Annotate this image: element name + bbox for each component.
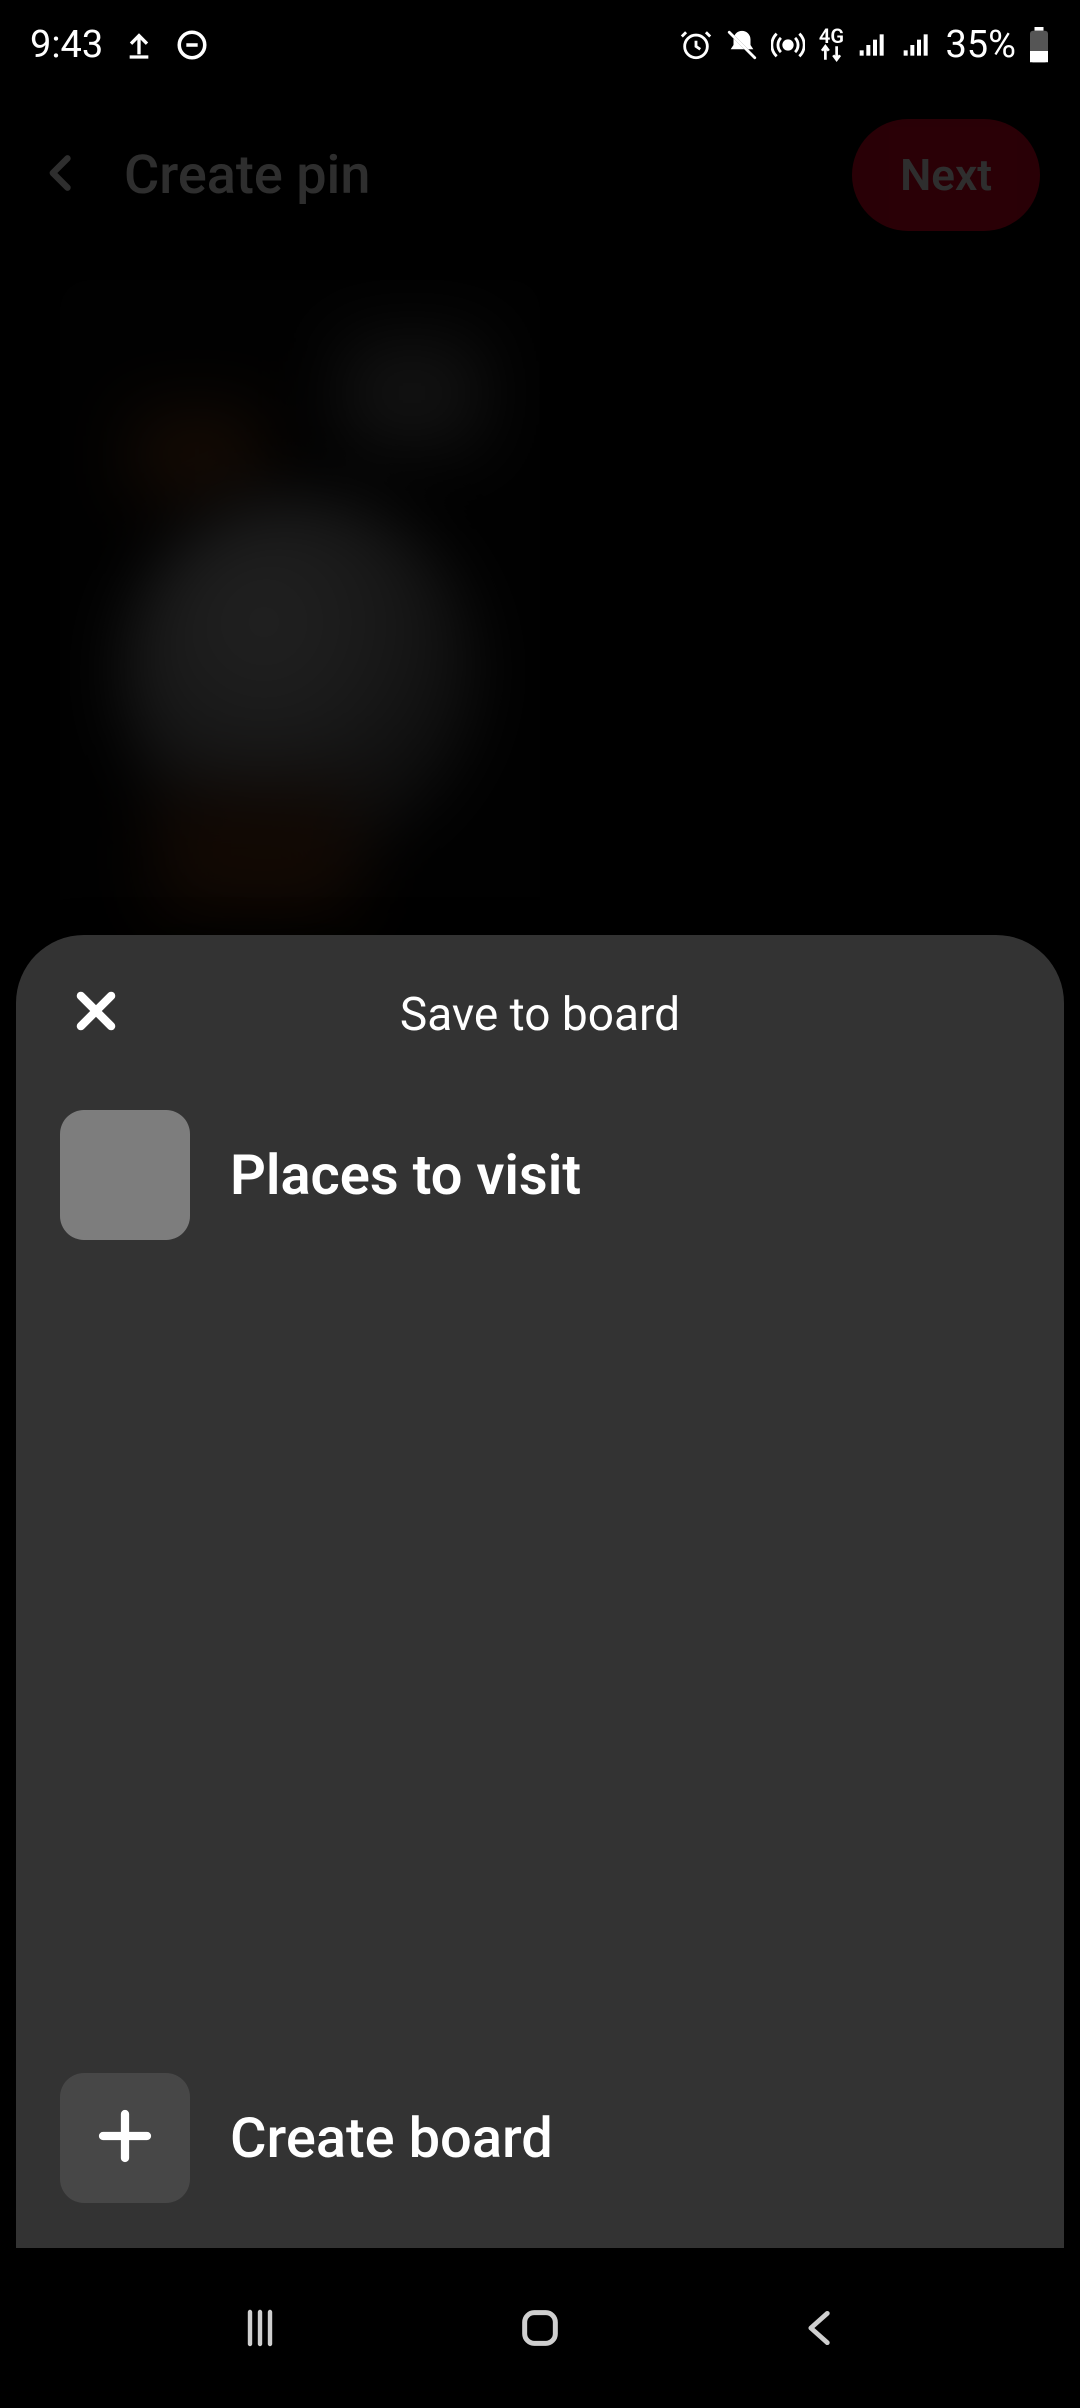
battery-percent: 35% bbox=[945, 23, 1016, 67]
status-bar: 9:43 bbox=[0, 0, 1080, 90]
board-list: Places to visit bbox=[16, 1095, 1064, 2058]
signal-icon-2 bbox=[901, 29, 933, 61]
sheet-footer: Create board bbox=[16, 2058, 1064, 2248]
battery-icon bbox=[1028, 27, 1050, 63]
save-to-board-sheet: Save to board Places to visit Create boa… bbox=[16, 935, 1064, 2248]
alarm-icon bbox=[679, 28, 713, 62]
bg-header: Create pin Next bbox=[0, 90, 1080, 260]
back-icon bbox=[40, 151, 84, 199]
signal-icon-1 bbox=[857, 29, 889, 61]
sheet-title: Save to board bbox=[400, 988, 680, 1042]
hotspot-icon bbox=[771, 28, 805, 62]
status-left: 9:43 bbox=[30, 23, 209, 67]
board-thumbnail bbox=[60, 1110, 190, 1240]
board-item[interactable]: Places to visit bbox=[60, 1105, 1020, 1245]
status-right: 4G 35% bbox=[679, 23, 1050, 67]
plus-icon bbox=[92, 2103, 158, 2173]
status-time: 9:43 bbox=[30, 23, 103, 67]
sheet-header: Save to board bbox=[16, 935, 1064, 1095]
system-navigation-bar bbox=[0, 2248, 1080, 2408]
next-button: Next bbox=[852, 119, 1040, 231]
pin-image-preview bbox=[60, 280, 540, 1000]
data-4g-icon: 4G bbox=[817, 28, 845, 62]
create-board-label: Create board bbox=[230, 2105, 553, 2171]
next-button-label: Next bbox=[900, 149, 992, 201]
mute-icon bbox=[725, 28, 759, 62]
upload-icon bbox=[123, 29, 155, 61]
back-button[interactable] bbox=[760, 2288, 880, 2368]
create-board-button[interactable]: Create board bbox=[60, 2068, 1020, 2208]
recents-button[interactable] bbox=[200, 2288, 320, 2368]
do-not-disturb-icon bbox=[175, 28, 209, 62]
create-board-icon-wrap bbox=[60, 2073, 190, 2203]
close-button[interactable] bbox=[66, 983, 126, 1043]
close-icon bbox=[70, 985, 122, 1041]
board-name: Places to visit bbox=[230, 1142, 581, 1208]
home-button[interactable] bbox=[480, 2288, 600, 2368]
bg-page-title: Create pin bbox=[124, 144, 370, 207]
